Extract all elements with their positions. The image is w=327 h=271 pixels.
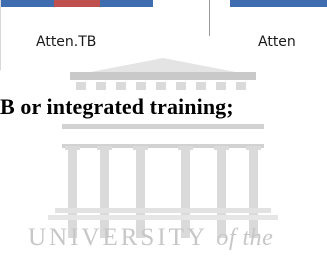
university-watermark-text: UNIVERSITY of the bbox=[28, 224, 273, 252]
chart-category-label: Atten bbox=[258, 34, 296, 50]
watermark-suffix: of the bbox=[216, 225, 274, 251]
chart-category-divider bbox=[209, 0, 210, 36]
chart-bars-remnant bbox=[0, 0, 327, 14]
chart-bar-red bbox=[54, 0, 100, 7]
chart-bar-blue bbox=[100, 0, 153, 7]
watermark-main: UNIVERSITY bbox=[28, 224, 208, 251]
body-sentence: B or integrated training; bbox=[0, 94, 234, 119]
document-page: Atten.TB Atten B or integrated training;… bbox=[0, 0, 327, 271]
chart-bar-blue bbox=[0, 0, 54, 7]
chart-category-label: Atten.TB bbox=[36, 34, 97, 50]
chart-bar-blue bbox=[230, 0, 327, 7]
